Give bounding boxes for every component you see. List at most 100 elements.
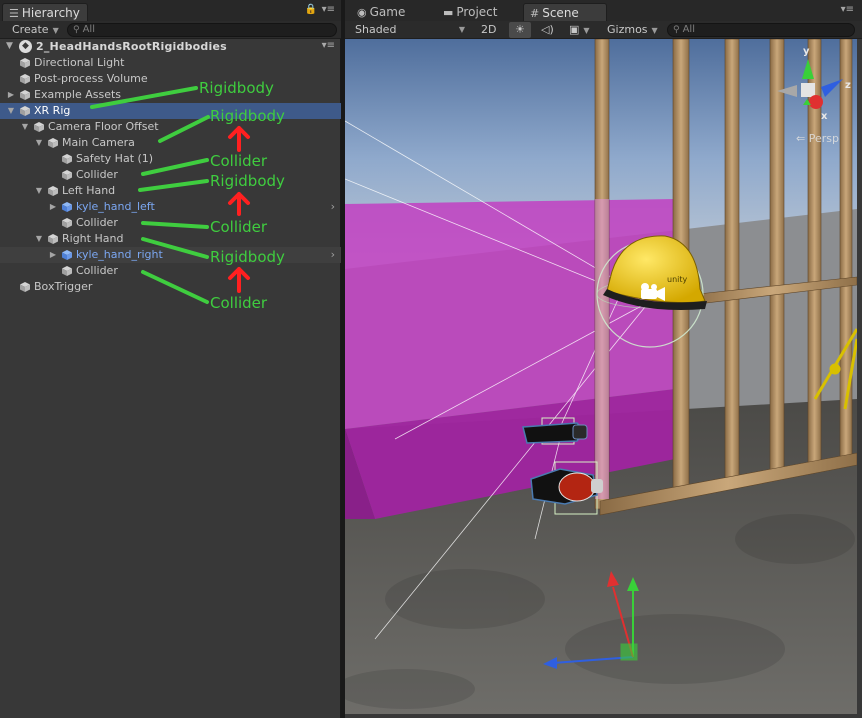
projection-toggle[interactable]: ⇐ Persp: [796, 132, 839, 145]
hierarchy-item[interactable]: Post-process Volume: [0, 71, 341, 87]
gameobject-cube-icon: [20, 74, 30, 84]
hierarchy-item[interactable]: BoxTrigger: [0, 279, 341, 295]
folder-icon: ▬: [443, 6, 454, 19]
wood-stud: [769, 39, 785, 475]
list-icon: ☰: [9, 7, 19, 20]
annotation-label: Collider: [210, 294, 268, 312]
axis-label-y: y: [803, 46, 810, 57]
fold-open-icon[interactable]: ▼: [34, 231, 44, 247]
scene-name: 2_HeadHandsRootRigidbodies: [36, 40, 227, 53]
gameobject-cube-icon: [62, 154, 72, 164]
hierarchy-item-label: Collider: [76, 264, 118, 277]
annotation-label: Collider: [210, 218, 268, 236]
scene-header[interactable]: ▼ ◆ 2_HeadHandsRootRigidbodies ▾≡: [0, 39, 341, 55]
scene-tabbar: ◉ Game ▬ Project # Scene ▾≡: [345, 0, 862, 21]
hierarchy-item-label: kyle_hand_left: [76, 200, 155, 213]
wood-stud: [724, 39, 740, 485]
hierarchy-item-label: Safety Hat (1): [76, 152, 154, 165]
gameobject-cube-icon: [48, 138, 58, 148]
scene-panel: ◉ Game ▬ Project # Scene ▾≡ Shaded ▼ 2D ☀ ◁)…: [345, 0, 862, 718]
box-trigger-volume[interactable]: [345, 199, 675, 429]
hierarchy-item-label: Post-process Volume: [34, 72, 148, 85]
hierarchy-item-label: XR Rig: [34, 104, 71, 117]
dropdown-arrow-icon: ▼: [583, 26, 590, 35]
effects-dropdown[interactable]: ▣ ▼: [563, 22, 596, 38]
gameobject-cube-icon: [48, 234, 58, 244]
scene-menu-icon[interactable]: ▾≡: [322, 40, 335, 51]
fold-closed-icon[interactable]: ▶: [6, 87, 16, 103]
hierarchy-item[interactable]: Collider: [0, 215, 341, 231]
lighting-toggle[interactable]: ☀: [509, 22, 531, 38]
2d-toggle[interactable]: 2D: [475, 22, 502, 38]
gameobject-cube-icon: [48, 186, 58, 196]
dropdown-arrow-icon: ▼: [52, 26, 59, 35]
hierarchy-item[interactable]: Collider: [0, 263, 341, 279]
fold-open-icon[interactable]: ▼: [6, 41, 13, 51]
grid-icon: #: [530, 7, 540, 20]
scene-toolbar: Shaded ▼ 2D ☀ ◁) ▣ ▼ Gizmos ▼ ⚲ All: [345, 21, 862, 39]
fold-closed-icon[interactable]: ▶: [48, 199, 58, 215]
gameobject-cube-icon: [62, 218, 72, 228]
chevron-right-icon[interactable]: ›: [331, 199, 335, 215]
fold-closed-icon[interactable]: ▶: [48, 247, 58, 263]
hierarchy-item[interactable]: Collider: [0, 167, 341, 183]
fold-open-icon[interactable]: ▼: [34, 183, 44, 199]
chevron-right-icon[interactable]: ›: [331, 247, 335, 263]
tab-project[interactable]: ▬ Project: [437, 3, 517, 21]
tab-scene[interactable]: # Scene: [523, 3, 607, 21]
prefab-cube-icon: [62, 250, 72, 260]
gizmo-x-cone[interactable]: [809, 95, 823, 109]
annotation-label: Collider: [210, 152, 268, 170]
axis-label-z: z: [845, 80, 851, 91]
hierarchy-item-label: Directional Light: [34, 56, 125, 69]
annotation-label: Rigidbody: [210, 248, 285, 266]
tab-hierarchy[interactable]: ☰ Hierarchy: [2, 3, 88, 21]
hierarchy-search-input[interactable]: ⚲ All: [67, 23, 337, 37]
scene-search-input[interactable]: ⚲ All: [667, 23, 855, 37]
hierarchy-item-label: Example Assets: [34, 88, 122, 101]
fold-open-icon[interactable]: ▼: [6, 103, 16, 119]
hierarchy-item[interactable]: Directional Light: [0, 55, 341, 71]
hierarchy-item[interactable]: ▼ Right Hand: [0, 231, 341, 247]
create-button[interactable]: Create ▼: [6, 22, 65, 38]
image-icon: ▣: [569, 23, 580, 36]
hierarchy-item[interactable]: ▼ Left Hand: [0, 183, 341, 199]
shading-mode-dropdown[interactable]: Shaded ▼: [349, 22, 469, 38]
hierarchy-panel: ☰ Hierarchy 🔒 ▾≡ Create ▼ ⚲ All ▼ ◆ 2_HeadH…: [0, 0, 341, 718]
tab-game[interactable]: ◉ Game: [351, 3, 431, 21]
hierarchy-item[interactable]: ▶ Example Assets: [0, 87, 341, 103]
hierarchy-item-label: Right Hand: [62, 232, 124, 245]
fold-open-icon[interactable]: ▼: [34, 135, 44, 151]
panel-menu-icon[interactable]: ▾≡: [841, 4, 854, 15]
hierarchy-item[interactable]: ▶ kyle_hand_right ›: [0, 247, 341, 263]
hierarchy-item-label: Main Camera: [62, 136, 135, 149]
gameobject-cube-icon: [34, 122, 44, 132]
hierarchy-item-label: Camera Floor Offset: [48, 120, 159, 133]
annotation-label: Rigidbody: [210, 107, 285, 125]
fold-open-icon[interactable]: ▼: [20, 119, 30, 135]
axis-label-x: x: [821, 111, 828, 122]
hierarchy-item[interactable]: ▼ XR Rig: [0, 103, 341, 119]
gameobject-cube-icon: [20, 90, 30, 100]
hierarchy-toolbar: Create ▼ ⚲ All: [0, 21, 341, 39]
gizmos-dropdown[interactable]: Gizmos ▼: [601, 22, 664, 38]
gameobject-cube-icon: [20, 282, 30, 292]
annotation-label: Rigidbody: [199, 79, 274, 97]
gameobject-cube-icon: [20, 106, 30, 116]
hierarchy-item[interactable]: ▼ Camera Floor Offset: [0, 119, 341, 135]
dropdown-arrow-icon: ▼: [651, 26, 658, 35]
game-controller-icon: ◉: [357, 6, 367, 19]
hat-logo-text: unity: [667, 275, 688, 284]
scene-viewport[interactable]: unity y z x ⇐ Persp: [345, 39, 857, 714]
lock-icon[interactable]: 🔒: [305, 4, 317, 15]
hierarchy-item[interactable]: Safety Hat (1): [0, 151, 341, 167]
dropdown-arrow-icon: ▼: [458, 25, 465, 34]
hierarchy-item[interactable]: ▶ kyle_hand_left ›: [0, 199, 341, 215]
hierarchy-item[interactable]: ▼ Main Camera: [0, 135, 341, 151]
hierarchy-item-label: BoxTrigger: [34, 280, 93, 293]
rigidbody-highlight: [595, 199, 609, 499]
panel-menu-icon[interactable]: ▾≡: [322, 4, 335, 15]
audio-toggle[interactable]: ◁): [535, 22, 560, 38]
gameobject-cube-icon: [20, 58, 30, 68]
scene-render[interactable]: unity y z x: [345, 39, 857, 714]
